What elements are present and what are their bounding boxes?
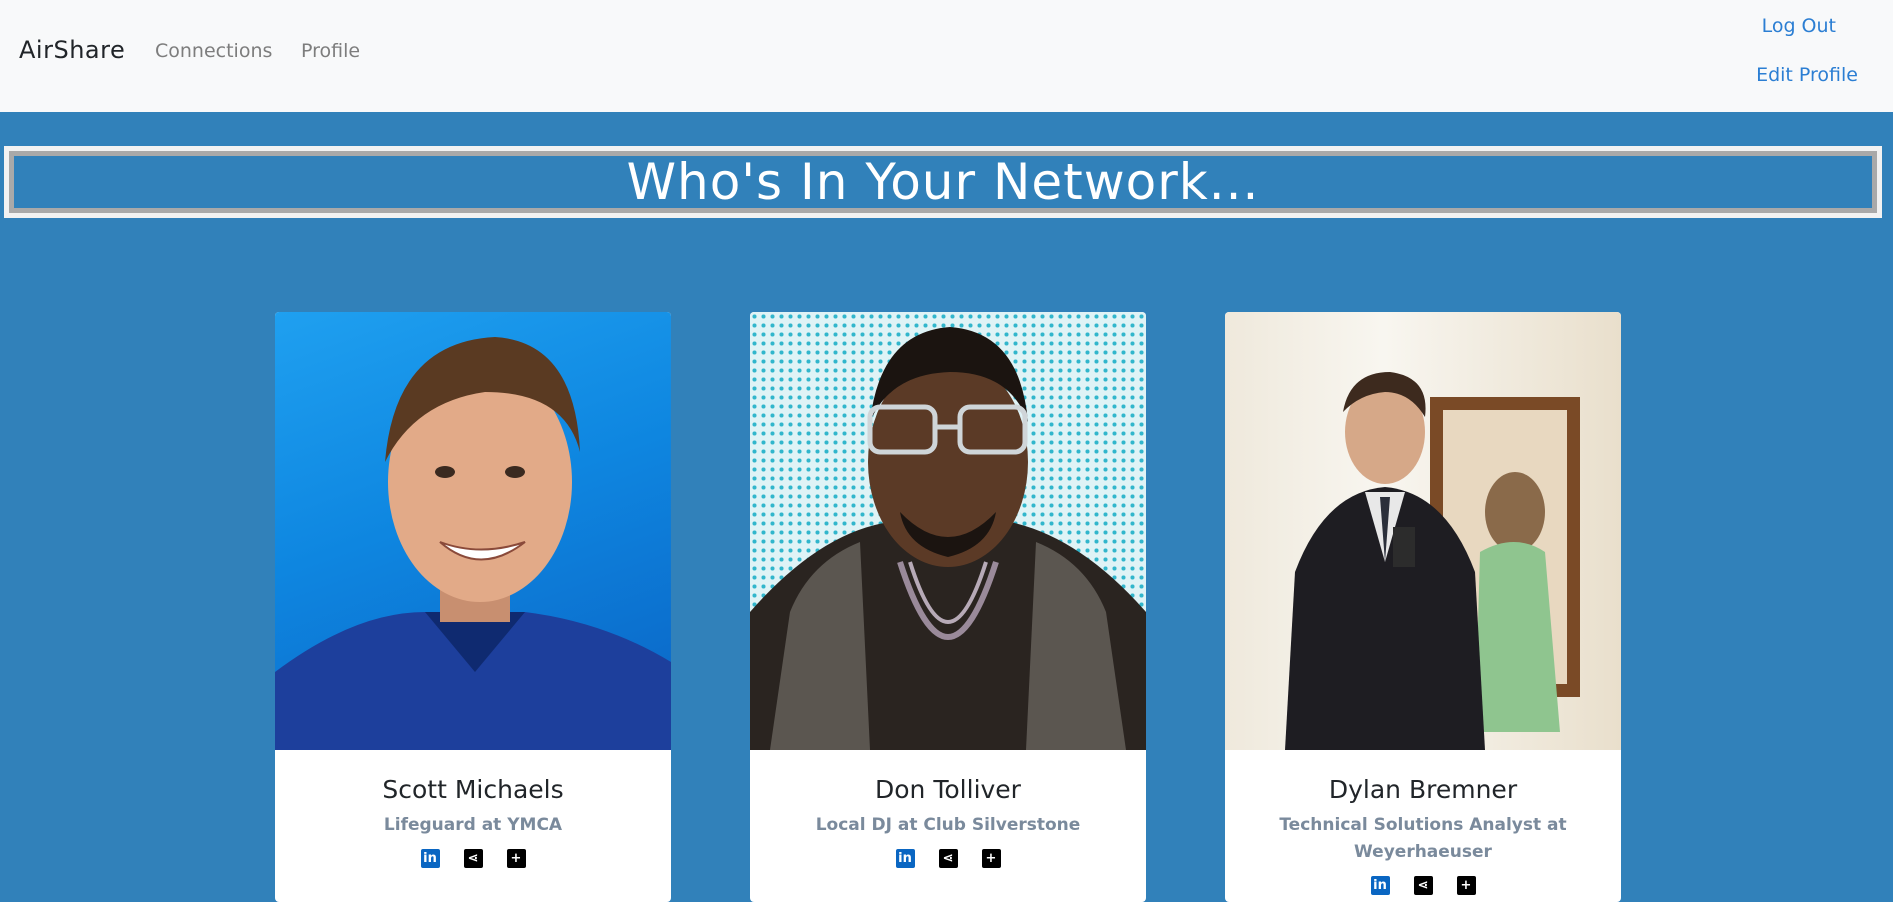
share-icon[interactable]: ⋖ [938,849,958,868]
connection-title: Technical Solutions Analyst at Weyerhaeu… [1279,815,1567,862]
connection-name: Scott Michaels [382,775,564,804]
linkedin-icon[interactable]: in [1370,876,1390,895]
share-icon[interactable]: ⋖ [463,849,483,868]
linkedin-icon[interactable]: in [420,849,440,868]
profile-photo [1225,312,1621,750]
plus-square-icon[interactable]: + [981,849,1001,868]
linkedin-icon[interactable]: in [895,849,915,868]
connection-name: Dylan Bremner [1328,775,1518,804]
connection-card: Dylan Bremner Technical Solutions Analys… [1225,312,1621,902]
nav-link-profile[interactable]: Profile [301,40,360,62]
connection-title: Lifeguard at YMCA [383,815,563,835]
logout-link[interactable]: Log Out [1762,15,1836,37]
navbar: AirShare Connections Profile Log Out Edi… [0,0,1893,112]
connection-card: Scott Michaels Lifeguard at YMCA in ⋖ + [275,312,671,902]
nav-link-connections[interactable]: Connections [155,40,272,62]
network-banner: Who's In Your Network... [4,146,1882,218]
brand-logo-text[interactable]: AirShare [19,36,125,64]
plus-square-icon[interactable]: + [506,849,526,868]
card-actions: in ⋖ + [1225,876,1621,895]
connection-card: Don Tolliver Local DJ at Club Silverston… [750,312,1146,902]
card-actions: in ⋖ + [275,849,671,868]
share-icon[interactable]: ⋖ [1413,876,1433,895]
connection-title: Local DJ at Club Silverstone [815,815,1081,835]
plus-square-icon[interactable]: + [1456,876,1476,895]
edit-profile-link[interactable]: Edit Profile [1756,64,1858,86]
connection-name: Don Tolliver [875,775,1021,804]
card-actions: in ⋖ + [750,849,1146,868]
profile-photo [750,312,1146,750]
page-title: Who's In Your Network... [626,153,1260,211]
profile-photo [275,312,671,750]
